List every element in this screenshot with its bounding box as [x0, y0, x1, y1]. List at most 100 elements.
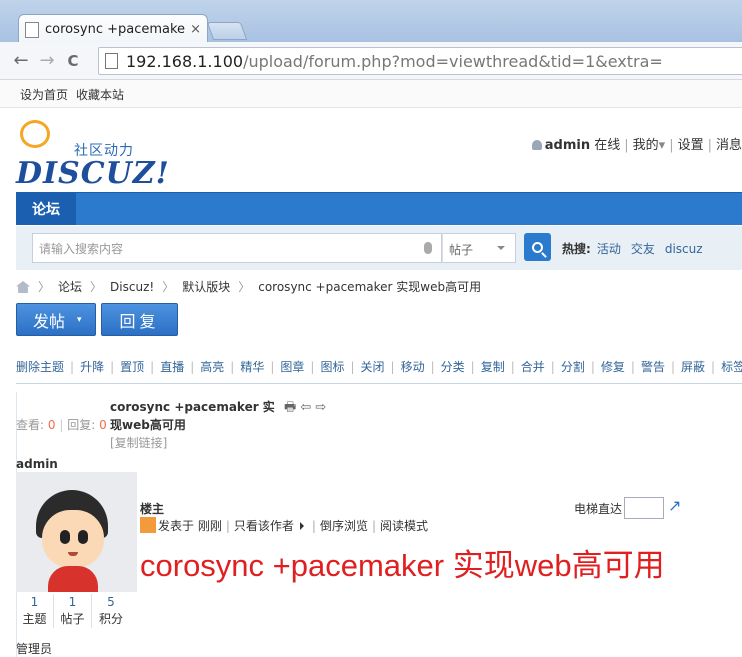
mod-action[interactable]: 图标 [320, 360, 344, 374]
mod-action[interactable]: 图章 [280, 360, 304, 374]
separator: | [310, 360, 315, 374]
stat-value: 1 [30, 595, 39, 609]
search-type-select[interactable]: 帖子 [442, 233, 516, 263]
stat-label: 帖子 [60, 612, 85, 626]
username-link[interactable]: admin [545, 138, 590, 153]
breadcrumb-item[interactable]: Discuz! [110, 280, 154, 294]
avatar-face [42, 510, 104, 568]
author-stats: 1 主题 1 帖子 5 积分 [16, 594, 130, 628]
new-post-label: 发帖 [33, 311, 66, 331]
separator: | [510, 360, 515, 374]
search-icon [532, 241, 543, 253]
reply-button[interactable]: 回复 [101, 303, 178, 336]
mod-action[interactable]: 升降 [80, 360, 104, 374]
forward-button[interactable]: → [34, 48, 60, 74]
breadcrumb-separator: 〉 [38, 280, 51, 294]
stat-value: 5 [107, 595, 115, 609]
separator: | [110, 360, 115, 374]
reverse-order-link[interactable]: 倒序浏览 [320, 519, 368, 533]
views-count: 0 [47, 418, 56, 432]
breadcrumb-item[interactable]: 论坛 [58, 280, 82, 294]
hot-searches: 热搜: 活动 交友 discuz [562, 240, 713, 257]
mod-action[interactable]: 删除主题 [16, 360, 64, 374]
separator: | [390, 360, 395, 374]
mod-action[interactable]: 修复 [601, 360, 625, 374]
microphone-icon[interactable] [424, 242, 432, 254]
logo-bubble-icon [20, 120, 50, 148]
elevator-go-icon[interactable]: ↗ [668, 496, 681, 515]
author-name[interactable]: admin [16, 457, 58, 471]
separator: | [550, 360, 555, 374]
mod-action[interactable]: 警告 [641, 360, 665, 374]
settings-link[interactable]: 设置 [678, 138, 704, 153]
site-topbar: 设为首页 收藏本站 [0, 80, 742, 108]
online-badge-icon [140, 517, 156, 533]
views-label: 查看: [16, 418, 45, 432]
browser-toolbar: ← → C 192.168.1.100/upload/forum.php?mod… [0, 42, 742, 80]
mod-action[interactable]: 合并 [521, 360, 545, 374]
author-stat[interactable]: 1 帖子 [54, 594, 92, 628]
separator: | [59, 418, 64, 432]
new-post-button[interactable]: 发帖 ▾ [16, 303, 96, 336]
online-status[interactable]: 在线 [594, 138, 620, 153]
nav-item-forum[interactable]: 论坛 [16, 193, 76, 225]
separator: | [590, 360, 595, 374]
only-author-link[interactable]: 只看该作者 [234, 519, 294, 533]
moderation-bar: 删除主题 | 升降 | 置顶 | 直播 | 高亮 | 精华 | 图章 | 图标 | 关闭 | 移动 | 分类 | 复制 | 合并… [16, 358, 742, 375]
site-header: 社区动力 DISCUZ! admin 在线 | 我的▾ | 设置 | 消息 [0, 108, 742, 192]
separator: | [350, 360, 355, 374]
copy-link[interactable]: [复制链接] [110, 434, 167, 451]
mod-action[interactable]: 移动 [401, 360, 425, 374]
url-text: 192.168.1.100/upload/forum.php?mod=viewt… [126, 52, 663, 71]
my-menu[interactable]: 我的 [633, 138, 659, 153]
mod-action[interactable]: 置顶 [120, 360, 144, 374]
page-favicon-icon [25, 21, 39, 38]
search-type-value: 帖子 [449, 243, 474, 257]
url-path: /upload/forum.php?mod=viewthread&tid=1&e… [243, 51, 663, 71]
main-nav: 论坛 [16, 192, 742, 225]
breadcrumb-item[interactable]: 默认版块 [182, 280, 230, 294]
tab-close-icon[interactable]: × [190, 22, 201, 37]
messages-link[interactable]: 消息 [716, 138, 742, 153]
home-icon[interactable] [16, 281, 30, 293]
avatar[interactable] [16, 472, 137, 592]
mod-action[interactable]: 复制 [481, 360, 505, 374]
breadcrumb-separator: 〉 [162, 280, 175, 294]
thread-tools-icons[interactable]: 🖶 ⇦ ⇨ [284, 398, 326, 420]
breadcrumb-item[interactable]: corosync +pacemaker 实现web高可用 [258, 280, 481, 294]
stat-label: 积分 [98, 612, 123, 626]
mod-action[interactable]: 分割 [561, 360, 585, 374]
mod-action[interactable]: 屏蔽 [681, 360, 705, 374]
my-menu-caret-icon[interactable]: ▾ [659, 138, 666, 153]
search-button[interactable] [524, 233, 551, 261]
new-tab-button[interactable] [206, 22, 248, 40]
separator: | [225, 519, 230, 533]
browser-tab-active[interactable]: corosync +pacemaker × [18, 14, 208, 44]
bookmark-link[interactable]: 收藏本站 [76, 88, 124, 102]
mod-action[interactable]: 高亮 [200, 360, 224, 374]
elevator-input[interactable] [624, 497, 664, 519]
hot-keyword[interactable]: discuz [665, 242, 703, 256]
author-stat[interactable]: 1 主题 [16, 594, 54, 628]
post-meta: 发表于 刚刚 | 只看该作者 | 倒序浏览 | 阅读模式 [140, 517, 428, 534]
search-input[interactable]: 请输入搜索内容 [32, 233, 442, 263]
mod-action[interactable]: 精华 [240, 360, 264, 374]
mod-action[interactable]: 分类 [441, 360, 465, 374]
hot-keyword[interactable]: 活动 [597, 242, 621, 256]
avatar-eye [60, 530, 70, 544]
mod-action[interactable]: 直播 [160, 360, 184, 374]
back-button[interactable]: ← [8, 48, 34, 74]
mod-action[interactable]: 标签 [721, 360, 742, 374]
author-stat[interactable]: 5 积分 [92, 594, 130, 628]
address-bar[interactable]: 192.168.1.100/upload/forum.php?mod=viewt… [98, 47, 742, 75]
separator: | [669, 138, 674, 153]
avatar-body [48, 566, 98, 592]
read-mode-link[interactable]: 阅读模式 [380, 519, 428, 533]
hot-keyword[interactable]: 交友 [631, 242, 655, 256]
set-home-link[interactable]: 设为首页 [20, 88, 68, 102]
site-logo[interactable]: 社区动力 DISCUZ! [16, 120, 169, 191]
mod-action[interactable]: 关闭 [361, 360, 385, 374]
post-body: corosync +pacemaker 实现web高可用 [140, 548, 665, 583]
reload-button[interactable]: C [60, 48, 86, 74]
replies-label: 回复: [67, 418, 96, 432]
